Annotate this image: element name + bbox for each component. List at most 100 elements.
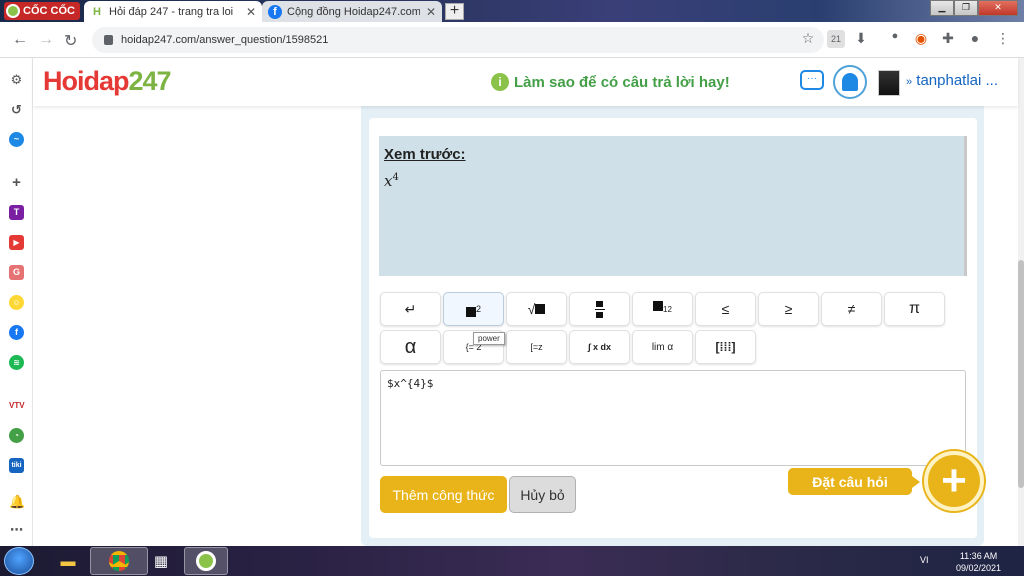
notifications-bell-button[interactable] — [833, 65, 867, 99]
leq-button[interactable]: ≤ — [695, 292, 756, 326]
formula-input[interactable]: $x^{4}$ — [380, 370, 966, 466]
facebook-icon[interactable]: f — [9, 325, 24, 340]
sqrt-button[interactable]: √ — [506, 292, 567, 326]
youtube-icon[interactable]: ▶ — [9, 235, 24, 250]
subscript-label: 12 — [663, 304, 672, 314]
restore-button[interactable]: ❐ — [954, 0, 978, 16]
cases-icon: [=z — [530, 342, 543, 352]
vtv-icon[interactable]: VTV — [9, 398, 25, 413]
alpha-icon: α — [404, 335, 417, 358]
new-tab-button[interactable]: + — [445, 3, 464, 20]
close-window-button[interactable]: ✕ — [978, 0, 1018, 16]
forward-arrow-icon[interactable]: → — [38, 31, 54, 49]
coccoc-icon — [196, 551, 216, 571]
tab-facebook[interactable]: f Cộng đồng Hoidap247.com | ✕ — [262, 1, 442, 22]
add-formula-button[interactable]: Thêm công thức — [380, 476, 507, 513]
tiki-icon[interactable]: tiki — [9, 458, 24, 473]
input-language[interactable]: VI — [920, 555, 929, 565]
scrollbar-thumb[interactable] — [1018, 260, 1024, 488]
fraction-button[interactable] — [569, 292, 630, 326]
limit-button[interactable]: lim α — [632, 330, 693, 364]
subscript-button[interactable]: 12 — [632, 292, 693, 326]
user-avatar[interactable] — [878, 70, 900, 96]
chat-extension-icon[interactable]: ● — [886, 30, 904, 48]
clock-date: 09/02/2021 — [956, 563, 1002, 573]
user-menu[interactable]: » tanphatlai ... — [906, 72, 998, 89]
reload-icon[interactable]: ↻ — [64, 31, 77, 51]
matrix-button[interactable]: [⁞⁞⁞] — [695, 330, 756, 364]
extensions-puzzle-icon[interactable]: ✚ — [939, 30, 957, 48]
info-icon: i — [491, 73, 509, 91]
start-button[interactable] — [4, 547, 34, 575]
ask-question-label[interactable]: Đặt câu hỏi — [788, 468, 920, 495]
cancel-button[interactable]: Hủy bỏ — [509, 476, 576, 513]
green-app-icon[interactable]: ◔ — [9, 428, 24, 443]
facebook-favicon-icon: f — [268, 4, 282, 19]
preview-math: x4 — [384, 172, 399, 190]
messenger-icon[interactable]: ~ — [9, 132, 24, 147]
app-taskbar-icon[interactable]: ▦ — [139, 547, 183, 575]
add-sidebar-icon[interactable]: + — [9, 175, 24, 190]
close-tab-icon[interactable]: ✕ — [246, 5, 256, 19]
extension-badge-icon[interactable]: 21 — [827, 30, 845, 48]
browser-titlebar: CỐC CỐC H Hỏi đáp 247 - trang tra loi ✕ … — [0, 0, 1024, 22]
alpha-button[interactable]: α — [380, 330, 441, 364]
tip-text: Làm sao để có câu trả lời hay! — [514, 73, 730, 91]
lock-icon — [104, 35, 113, 45]
subscript-icon — [653, 301, 664, 311]
fraction-denominator — [596, 311, 603, 318]
sqrt-icon: √ — [527, 301, 536, 317]
coccoc-menu-button[interactable]: CỐC CỐC — [4, 2, 80, 20]
coccoc-extension-icon[interactable]: ◉ — [912, 30, 930, 48]
windows-taskbar: ▬ ▦ VI 11:36 AM 09/02/2021 — [0, 546, 1024, 576]
integral-button[interactable]: ∫ x dx — [569, 330, 630, 364]
profile-icon[interactable]: ● — [966, 30, 984, 48]
bookmark-star-icon[interactable]: ☆ — [799, 30, 817, 48]
cases-button[interactable]: [=z — [506, 330, 567, 364]
site-header: Hoidap247 i Làm sao để có câu trả lời ha… — [33, 58, 1018, 106]
notification-bell-icon[interactable]: 🔔 — [9, 494, 25, 509]
url-text: hoidap247.com/answer_question/1598521 — [121, 34, 329, 46]
fraction-bar — [594, 308, 605, 310]
plus-icon: + — [941, 456, 967, 505]
clock-time: 11:36 AM — [959, 551, 998, 561]
hoidap-favicon-icon: H — [90, 4, 104, 19]
more-dots-icon[interactable]: ⋯ — [9, 522, 24, 537]
url-input[interactable]: hoidap247.com/answer_question/1598521 — [92, 27, 824, 53]
menu-dots-icon[interactable]: ⋮ — [994, 30, 1012, 48]
site-logo[interactable]: Hoidap247 — [43, 66, 172, 97]
math-exponent: 4 — [392, 172, 399, 183]
power-tooltip: power — [473, 332, 505, 345]
back-arrow-icon[interactable]: ← — [12, 31, 28, 49]
settings-gear-icon[interactable]: ⚙ — [9, 72, 24, 87]
page-scrollbar[interactable] — [1018, 58, 1024, 546]
answer-tip-link[interactable]: i Làm sao để có câu trả lời hay! — [491, 73, 730, 91]
browser-brand: CỐC CỐC — [23, 5, 75, 17]
neq-button[interactable]: ≠ — [821, 292, 882, 326]
chevron-down-icon: » — [906, 76, 913, 88]
pi-icon: π — [908, 300, 921, 317]
spotify-icon[interactable]: ≋ — [9, 355, 24, 370]
coccoc-logo-icon — [6, 4, 20, 18]
coccoc-taskbar-icon[interactable] — [184, 547, 228, 575]
tab-hoidap[interactable]: H Hỏi đáp 247 - trang tra loi ✕ — [84, 1, 262, 22]
system-clock[interactable]: 11:36 AM 09/02/2021 — [956, 550, 1001, 574]
download-icon[interactable]: ⬇ — [852, 30, 870, 48]
sqrt-box — [535, 304, 546, 314]
preview-label: Xem trước: — [384, 146, 466, 163]
power-button[interactable]: 2 — [443, 292, 504, 326]
messages-icon[interactable]: ··· — [800, 70, 824, 90]
pi-button[interactable]: π — [884, 292, 945, 326]
logo-number: 247 — [128, 66, 172, 96]
close-tab-icon[interactable]: ✕ — [426, 5, 436, 19]
ask-question-plus-button[interactable]: + — [924, 451, 984, 511]
chrome-icon — [109, 551, 129, 571]
file-explorer-icon[interactable]: ▬ — [46, 547, 90, 575]
history-icon[interactable]: ↺ — [9, 102, 24, 117]
g-app-icon[interactable]: G — [9, 265, 24, 280]
t-app-icon[interactable]: T — [9, 205, 24, 220]
geq-button[interactable]: ≥ — [758, 292, 819, 326]
newline-button[interactable]: ↵ — [380, 292, 441, 326]
games-icon[interactable]: ☺ — [9, 295, 24, 310]
minimize-button[interactable]: ▁ — [930, 0, 954, 16]
